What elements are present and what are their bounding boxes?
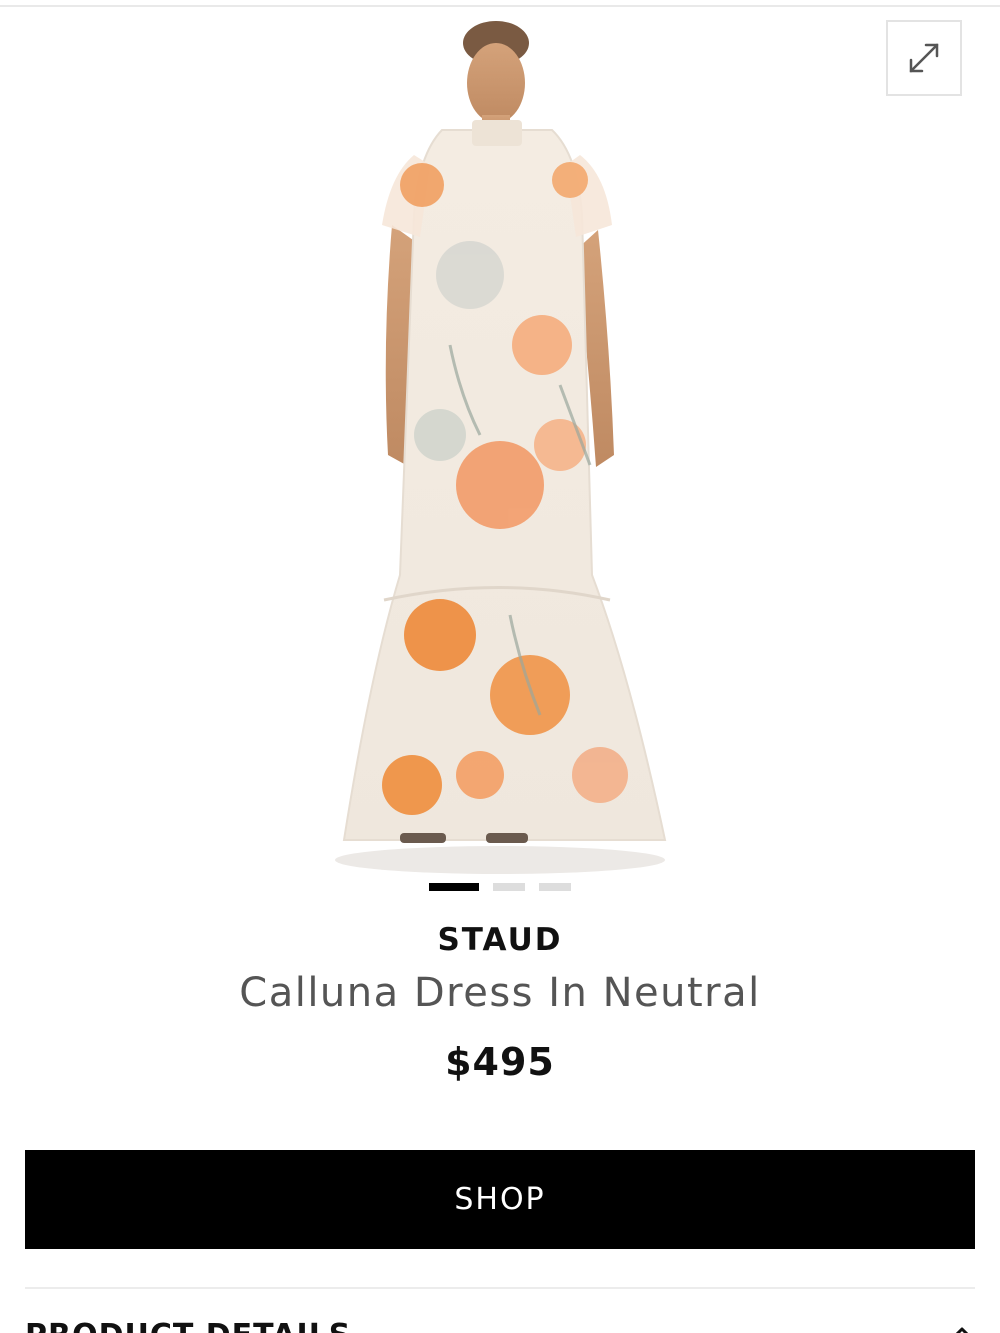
brand-name[interactable]: STAUD	[0, 922, 1000, 958]
section-divider	[25, 1287, 975, 1289]
carousel-pagination	[0, 883, 1000, 891]
product-details-label: PRODUCT DETAILS	[25, 1318, 351, 1333]
product-page: STAUD Calluna Dress In Neutral $495 SHOP…	[0, 0, 1000, 1333]
carousel-dot-2[interactable]	[493, 883, 525, 891]
shop-button[interactable]: SHOP	[25, 1150, 975, 1249]
product-image[interactable]	[330, 15, 670, 880]
product-gallery[interactable]	[0, 7, 1000, 875]
chevron-up-icon	[955, 1327, 969, 1333]
expand-arrows-icon	[909, 43, 939, 73]
product-details-toggle[interactable]: PRODUCT DETAILS	[25, 1310, 975, 1333]
product-price: $495	[445, 1040, 555, 1084]
expand-image-button[interactable]	[886, 20, 962, 96]
carousel-dot-3[interactable]	[539, 883, 571, 891]
product-title: Calluna Dress In Neutral	[239, 970, 761, 1016]
carousel-dot-1[interactable]	[429, 883, 479, 891]
